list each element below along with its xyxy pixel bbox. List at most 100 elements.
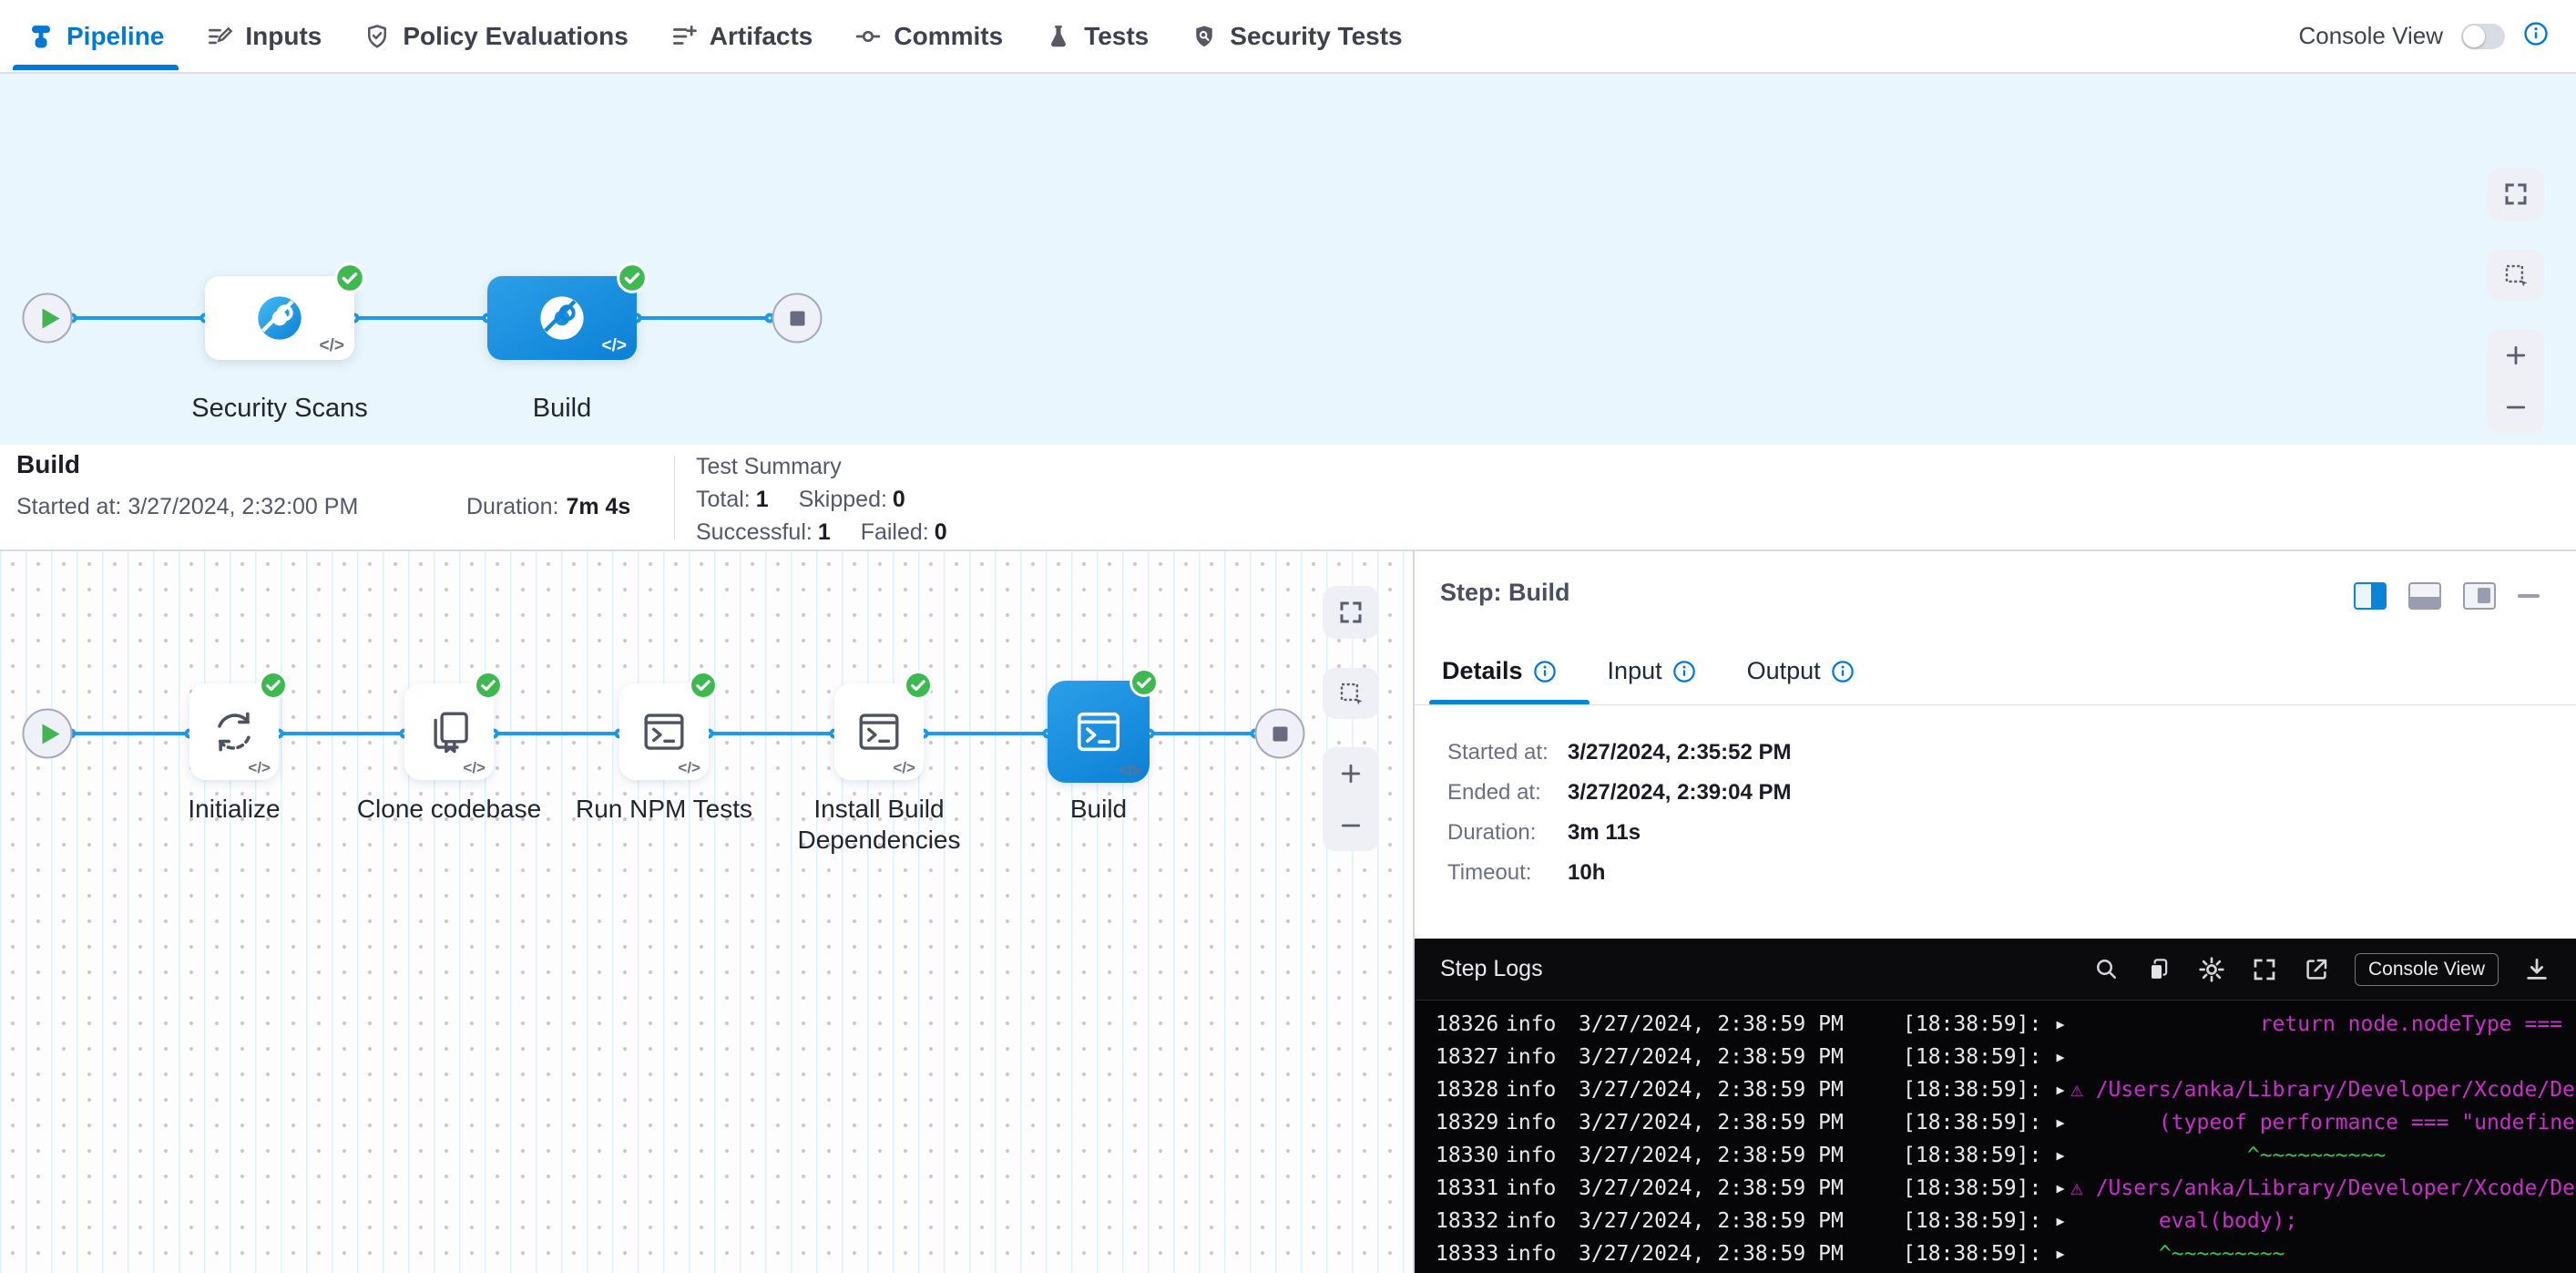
clone-icon: [424, 707, 474, 756]
tab-label: Pipeline: [66, 22, 164, 51]
stage-duration: Duration:7m 4s: [466, 494, 630, 520]
step-start-node: [23, 709, 73, 759]
code-mark: </>: [320, 336, 344, 356]
step-card-install-build-dependencies[interactable]: </>: [834, 683, 924, 780]
log-line: 18327info3/27/2024, 2:38:59 PM[18:38:59]…: [1415, 1041, 2576, 1073]
console-view-label: Console View: [2298, 22, 2443, 50]
stop-icon: [790, 311, 804, 325]
tab-label: Commits: [894, 22, 1003, 51]
success-badge: [259, 671, 288, 704]
fit-to-screen-button[interactable]: [1323, 586, 1379, 639]
detail-row: Timeout:10h: [1447, 860, 1605, 886]
log-rows[interactable]: 18326info3/27/2024, 2:38:59 PM[18:38:59]…: [1415, 1001, 2576, 1270]
stage-label: Security Scans: [134, 393, 425, 424]
step-details-panel: Step: Build Details Input Output St: [1415, 551, 2576, 1273]
log-line: 18333info3/27/2024, 2:38:59 PM[18:38:59]…: [1415, 1237, 2576, 1270]
layout-right-panel-icon[interactable]: [2354, 582, 2387, 610]
panel-layout-controls: [2354, 582, 2540, 610]
tab-input[interactable]: Input: [1608, 657, 1696, 685]
test-successful: Successful:1: [696, 519, 831, 545]
tab-tests[interactable]: Tests: [1045, 0, 1149, 72]
log-line: 18331info3/27/2024, 2:38:59 PM[18:38:59]…: [1415, 1172, 2576, 1205]
console-view-button[interactable]: Console View: [2355, 953, 2499, 986]
marquee-select-button[interactable]: [1323, 668, 1379, 719]
step-label: Install Build Dependencies: [765, 794, 993, 856]
stage-summary-title: Build: [16, 450, 80, 479]
stage-label: Build: [416, 393, 708, 424]
play-icon: [42, 308, 59, 328]
test-total: Total:1: [696, 487, 769, 512]
inputs-icon: [206, 23, 233, 50]
tab-details[interactable]: Details: [1442, 657, 1557, 685]
terminal-icon: [639, 707, 689, 756]
fullscreen-icon[interactable]: [2251, 956, 2278, 983]
tab-artifacts[interactable]: Artifacts: [670, 0, 813, 72]
copy-icon[interactable]: [2145, 956, 2172, 983]
success-badge: [689, 671, 718, 704]
zoom-in-button[interactable]: [2488, 329, 2544, 381]
pipeline-icon: [27, 23, 55, 50]
step-logs-title: Step Logs: [1440, 956, 1543, 982]
lower-area: </> </> </>: [0, 551, 2576, 1273]
layout-bottom-panel-icon[interactable]: [2408, 582, 2441, 610]
zoom-controls: [1323, 747, 1379, 851]
info-icon[interactable]: [1533, 660, 1557, 683]
download-icon[interactable]: [2523, 956, 2550, 983]
test-skipped: Skipped:0: [799, 487, 905, 512]
tab-security-tests[interactable]: Security Tests: [1191, 0, 1402, 72]
step-card-run-npm-tests[interactable]: </>: [619, 683, 709, 780]
code-mark: </>: [248, 759, 271, 777]
detail-row: Ended at:3/27/2024, 2:39:04 PM: [1447, 780, 1792, 806]
success-badge: [1130, 668, 1159, 702]
pipeline-start-node: [23, 293, 73, 344]
layout-floating-panel-icon[interactable]: [2463, 582, 2496, 610]
step-card-clone-codebase[interactable]: </>: [404, 683, 494, 780]
step-card-initialize[interactable]: </>: [189, 683, 279, 780]
tab-divider: [1415, 704, 2576, 705]
test-summary: Test Summary Total:1 Skipped:0 Successfu…: [696, 450, 971, 549]
log-line: 18330info3/27/2024, 2:38:59 PM[18:38:59]…: [1415, 1139, 2576, 1172]
zoom-out-button[interactable]: [1323, 799, 1379, 851]
tab-label: Inputs: [245, 22, 322, 51]
stage-card-build[interactable]: </>: [487, 276, 637, 360]
fit-to-screen-button[interactable]: [2488, 168, 2544, 221]
sync-icon: [210, 707, 259, 756]
tab-policy-evaluations[interactable]: Policy Evaluations: [363, 0, 628, 72]
info-icon[interactable]: [1672, 660, 1696, 683]
test-failed: Failed:0: [861, 519, 947, 545]
open-in-new-icon[interactable]: [2303, 956, 2330, 983]
step-graph-canvas[interactable]: </> </> </>: [0, 551, 1415, 1273]
artifacts-icon: [670, 23, 698, 50]
zoom-out-button[interactable]: [2488, 381, 2544, 433]
code-mark: </>: [678, 759, 700, 777]
success-badge: [904, 671, 933, 704]
zoom-in-button[interactable]: [1323, 747, 1379, 799]
console-view-toggle[interactable]: [2461, 24, 2505, 49]
tab-commits[interactable]: Commits: [854, 0, 1003, 72]
info-icon[interactable]: [1831, 660, 1855, 683]
marquee-select-button[interactable]: [2488, 250, 2544, 301]
security-tests-icon: [1191, 23, 1218, 50]
tests-icon: [1045, 23, 1072, 50]
code-mark: </>: [602, 336, 627, 356]
tab-inputs[interactable]: Inputs: [206, 0, 322, 72]
stage-module-icon: [254, 293, 305, 344]
stage-card-security-scans[interactable]: </>: [205, 276, 354, 360]
tab-label: Tests: [1084, 22, 1149, 51]
info-icon[interactable]: [2523, 21, 2549, 51]
search-icon[interactable]: [2093, 956, 2121, 983]
settings-gear-icon[interactable]: [2197, 955, 2226, 984]
stage-graph-canvas[interactable]: </> </> Security Scans Build: [0, 74, 2576, 445]
tab-output[interactable]: Output: [1747, 657, 1855, 685]
tab-label: Policy Evaluations: [403, 22, 628, 51]
success-badge: [334, 262, 365, 298]
code-mark: </>: [1119, 762, 1141, 780]
tab-pipeline[interactable]: Pipeline: [27, 0, 164, 72]
log-line: 18332info3/27/2024, 2:38:59 PM[18:38:59]…: [1415, 1205, 2576, 1237]
success-badge: [617, 262, 648, 298]
step-label: Initialize: [120, 794, 348, 825]
minimize-panel-icon[interactable]: [2518, 594, 2540, 598]
step-card-build[interactable]: </>: [1048, 681, 1150, 783]
zoom-controls: [2488, 329, 2544, 433]
tab-label: Artifacts: [710, 22, 813, 51]
